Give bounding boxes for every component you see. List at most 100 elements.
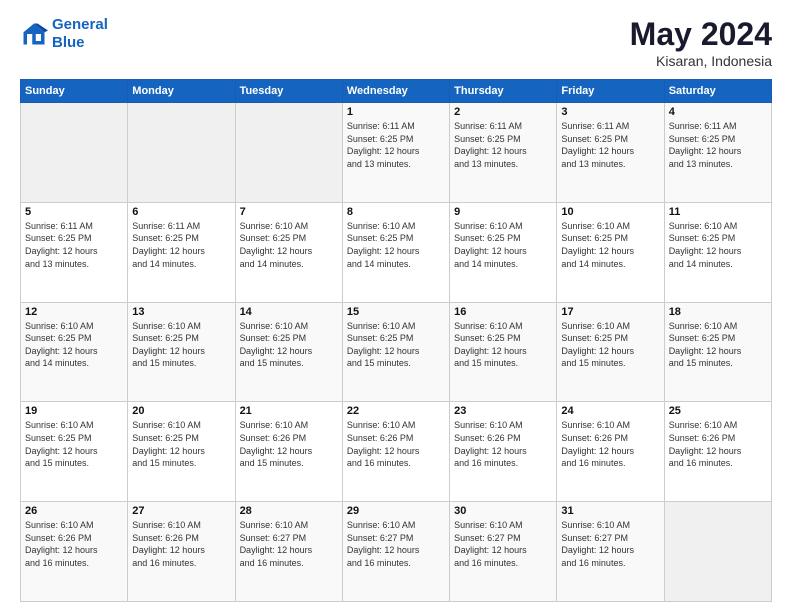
calendar-cell: 10Sunrise: 6:10 AM Sunset: 6:25 PM Dayli… bbox=[557, 202, 664, 302]
calendar-cell: 21 Sunrise: 6:10 AM Sunset: 6:26 PM Dayli… bbox=[235, 402, 342, 502]
calendar-cell: 30 Sunrise: 6:10 AM Sunset: 6:27 PM Dayli… bbox=[450, 502, 557, 602]
day-info: Sunrise: 6:10 AM Sunset: 6:25 PM Dayligh… bbox=[347, 320, 445, 370]
week-row-3: 12 Sunrise: 6:10 AM Sunset: 6:25 PM Dayli… bbox=[21, 302, 772, 402]
day-number: 19 bbox=[25, 405, 123, 417]
calendar: Sunday Monday Tuesday Wednesday Thursday… bbox=[20, 79, 772, 602]
day-number: 22 bbox=[347, 405, 445, 417]
day-info: Sunrise: 6:10 AM Sunset: 6:25 PM Dayligh… bbox=[561, 220, 659, 270]
day-info: Sunrise: 6:10 AM Sunset: 6:26 PM Dayligh… bbox=[240, 419, 338, 469]
day-number: 12 bbox=[25, 306, 123, 318]
day-number: 25 bbox=[669, 405, 767, 417]
day-info: Sunrise: 6:10 AM Sunset: 6:25 PM Dayligh… bbox=[132, 419, 230, 469]
day-info: Sunrise: 6:10 AM Sunset: 6:25 PM Dayligh… bbox=[454, 220, 552, 270]
col-monday: Monday bbox=[128, 80, 235, 103]
calendar-cell bbox=[664, 502, 771, 602]
day-info: Sunrise: 6:10 AM Sunset: 6:27 PM Dayligh… bbox=[240, 519, 338, 569]
day-number: 11 bbox=[669, 206, 767, 218]
page: General Blue May 2024 Kisaran, Indonesia… bbox=[0, 0, 792, 612]
day-number: 1 bbox=[347, 106, 445, 118]
day-number: 16 bbox=[454, 306, 552, 318]
day-number: 26 bbox=[25, 505, 123, 517]
logo: General Blue bbox=[20, 16, 108, 52]
day-info: Sunrise: 6:11 AM Sunset: 6:25 PM Dayligh… bbox=[669, 120, 767, 170]
day-info: Sunrise: 6:10 AM Sunset: 6:25 PM Dayligh… bbox=[561, 320, 659, 370]
day-info: Sunrise: 6:10 AM Sunset: 6:26 PM Dayligh… bbox=[25, 519, 123, 569]
day-number: 6 bbox=[132, 206, 230, 218]
calendar-cell: 13 Sunrise: 6:10 AM Sunset: 6:25 PM Dayli… bbox=[128, 302, 235, 402]
calendar-cell: 28 Sunrise: 6:10 AM Sunset: 6:27 PM Dayli… bbox=[235, 502, 342, 602]
calendar-cell: 12Sunrise: 6:10 AM Sunset: 6:25 PM Dayli… bbox=[21, 302, 128, 402]
day-number: 3 bbox=[561, 106, 659, 118]
day-number: 7 bbox=[240, 206, 338, 218]
calendar-cell: 27 Sunrise: 6:10 AM Sunset: 6:26 PM Dayli… bbox=[128, 502, 235, 602]
day-info: Sunrise: 6:10 AM Sunset: 6:25 PM Dayligh… bbox=[25, 419, 123, 469]
calendar-cell: 31 Sunrise: 6:10 AM Sunset: 6:27 PM Dayli… bbox=[557, 502, 664, 602]
day-info: Sunrise: 6:10 AM Sunset: 6:26 PM Dayligh… bbox=[561, 419, 659, 469]
day-info: Sunrise: 6:10 AM Sunset: 6:26 PM Dayligh… bbox=[454, 419, 552, 469]
day-info: Sunrise: 6:10 AM Sunset: 6:27 PM Dayligh… bbox=[561, 519, 659, 569]
calendar-cell: 11 Sunrise: 6:10 AM Sunset: 6:25 PM Dayli… bbox=[664, 202, 771, 302]
calendar-cell: 29 Sunrise: 6:10 AM Sunset: 6:27 PM Dayli… bbox=[342, 502, 449, 602]
calendar-cell: 6Sunrise: 6:11 AM Sunset: 6:25 PM Daylig… bbox=[128, 202, 235, 302]
day-number: 5 bbox=[25, 206, 123, 218]
day-number: 8 bbox=[347, 206, 445, 218]
day-info: Sunrise: 6:10 AM Sunset: 6:25 PM Dayligh… bbox=[454, 320, 552, 370]
day-number: 28 bbox=[240, 505, 338, 517]
calendar-cell: 4 Sunrise: 6:11 AM Sunset: 6:25 PM Daylig… bbox=[664, 103, 771, 203]
col-thursday: Thursday bbox=[450, 80, 557, 103]
calendar-cell bbox=[128, 103, 235, 203]
day-number: 30 bbox=[454, 505, 552, 517]
calendar-cell: 16 Sunrise: 6:10 AM Sunset: 6:25 PM Dayli… bbox=[450, 302, 557, 402]
calendar-cell: 1 Sunrise: 6:11 AM Sunset: 6:25 PM Daylig… bbox=[342, 103, 449, 203]
day-number: 31 bbox=[561, 505, 659, 517]
calendar-cell: 20Sunrise: 6:10 AM Sunset: 6:25 PM Dayli… bbox=[128, 402, 235, 502]
week-row-1: 1 Sunrise: 6:11 AM Sunset: 6:25 PM Daylig… bbox=[21, 103, 772, 203]
day-info: Sunrise: 6:10 AM Sunset: 6:25 PM Dayligh… bbox=[669, 220, 767, 270]
day-info: Sunrise: 6:10 AM Sunset: 6:25 PM Dayligh… bbox=[669, 320, 767, 370]
day-number: 23 bbox=[454, 405, 552, 417]
day-info: Sunrise: 6:11 AM Sunset: 6:25 PM Dayligh… bbox=[347, 120, 445, 170]
day-number: 15 bbox=[347, 306, 445, 318]
logo-line1: General bbox=[52, 16, 108, 33]
month-year: May 2024 bbox=[630, 16, 772, 53]
day-info: Sunrise: 6:10 AM Sunset: 6:26 PM Dayligh… bbox=[347, 419, 445, 469]
calendar-header-row: Sunday Monday Tuesday Wednesday Thursday… bbox=[21, 80, 772, 103]
week-row-5: 26 Sunrise: 6:10 AM Sunset: 6:26 PM Dayli… bbox=[21, 502, 772, 602]
day-info: Sunrise: 6:10 AM Sunset: 6:25 PM Dayligh… bbox=[347, 220, 445, 270]
calendar-cell: 17Sunrise: 6:10 AM Sunset: 6:25 PM Dayli… bbox=[557, 302, 664, 402]
day-info: Sunrise: 6:10 AM Sunset: 6:26 PM Dayligh… bbox=[132, 519, 230, 569]
col-wednesday: Wednesday bbox=[342, 80, 449, 103]
calendar-cell: 19 Sunrise: 6:10 AM Sunset: 6:25 PM Dayli… bbox=[21, 402, 128, 502]
col-friday: Friday bbox=[557, 80, 664, 103]
day-info: Sunrise: 6:10 AM Sunset: 6:26 PM Dayligh… bbox=[669, 419, 767, 469]
day-info: Sunrise: 6:10 AM Sunset: 6:25 PM Dayligh… bbox=[240, 320, 338, 370]
day-info: Sunrise: 6:10 AM Sunset: 6:27 PM Dayligh… bbox=[454, 519, 552, 569]
day-info: Sunrise: 6:10 AM Sunset: 6:25 PM Dayligh… bbox=[132, 320, 230, 370]
day-number: 2 bbox=[454, 106, 552, 118]
title-block: May 2024 Kisaran, Indonesia bbox=[630, 16, 772, 69]
calendar-cell: 5Sunrise: 6:11 AM Sunset: 6:25 PM Daylig… bbox=[21, 202, 128, 302]
col-sunday: Sunday bbox=[21, 80, 128, 103]
logo-icon bbox=[20, 20, 48, 48]
day-number: 13 bbox=[132, 306, 230, 318]
logo-line2: Blue bbox=[52, 34, 85, 51]
day-number: 14 bbox=[240, 306, 338, 318]
calendar-cell: 9Sunrise: 6:10 AM Sunset: 6:25 PM Daylig… bbox=[450, 202, 557, 302]
header: General Blue May 2024 Kisaran, Indonesia bbox=[20, 16, 772, 69]
calendar-cell: 18Sunrise: 6:10 AM Sunset: 6:25 PM Dayli… bbox=[664, 302, 771, 402]
calendar-cell: 8 Sunrise: 6:10 AM Sunset: 6:25 PM Daylig… bbox=[342, 202, 449, 302]
calendar-cell: 26 Sunrise: 6:10 AM Sunset: 6:26 PM Dayli… bbox=[21, 502, 128, 602]
week-row-2: 5Sunrise: 6:11 AM Sunset: 6:25 PM Daylig… bbox=[21, 202, 772, 302]
calendar-cell: 14 Sunrise: 6:10 AM Sunset: 6:25 PM Dayli… bbox=[235, 302, 342, 402]
day-number: 27 bbox=[132, 505, 230, 517]
logo-text: General Blue bbox=[52, 16, 108, 52]
col-tuesday: Tuesday bbox=[235, 80, 342, 103]
week-row-4: 19 Sunrise: 6:10 AM Sunset: 6:25 PM Dayli… bbox=[21, 402, 772, 502]
day-info: Sunrise: 6:11 AM Sunset: 6:25 PM Dayligh… bbox=[561, 120, 659, 170]
day-info: Sunrise: 6:10 AM Sunset: 6:27 PM Dayligh… bbox=[347, 519, 445, 569]
day-number: 21 bbox=[240, 405, 338, 417]
calendar-cell: 2Sunrise: 6:11 AM Sunset: 6:25 PM Daylig… bbox=[450, 103, 557, 203]
day-number: 4 bbox=[669, 106, 767, 118]
day-number: 24 bbox=[561, 405, 659, 417]
day-number: 29 bbox=[347, 505, 445, 517]
